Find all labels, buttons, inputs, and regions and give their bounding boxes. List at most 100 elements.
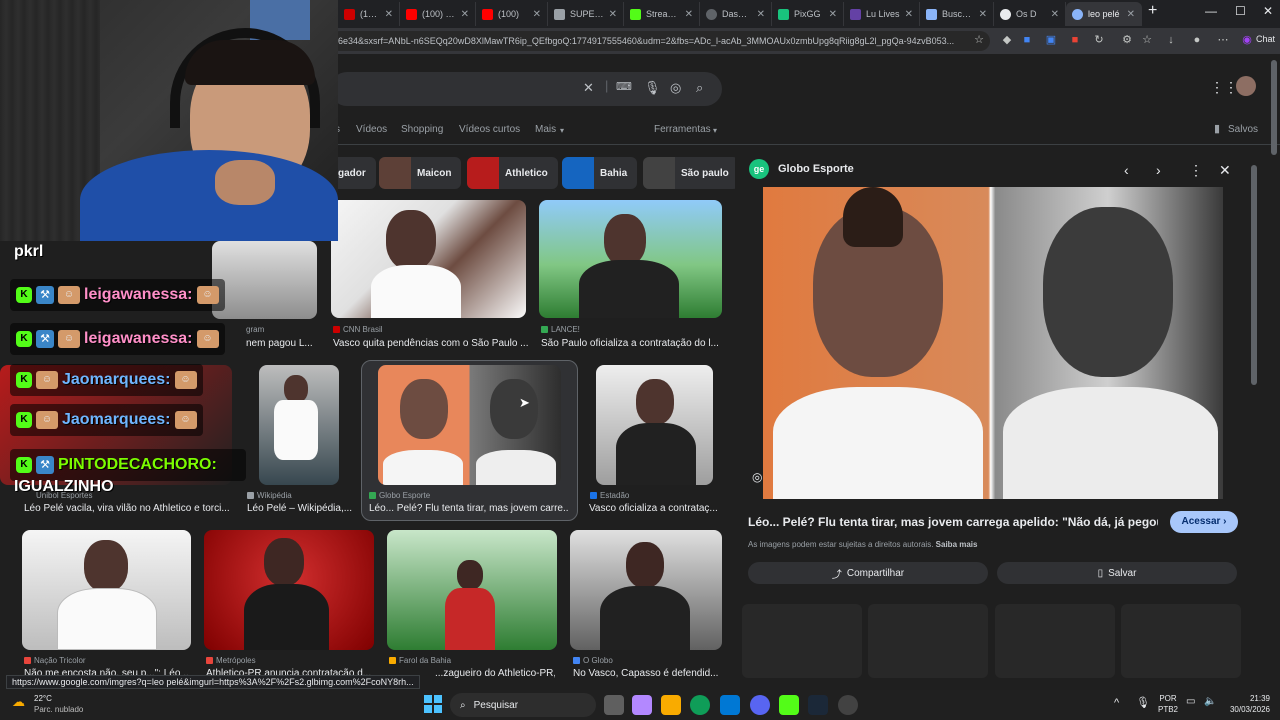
obs-icon[interactable] [838, 695, 858, 715]
result-caption[interactable]: Vasco oficializa a contrataç... [589, 503, 719, 514]
start-icon[interactable] [424, 695, 442, 713]
browser-tab[interactable]: SUPERXA✕ [548, 2, 624, 26]
filter-chip[interactable]: Bahia [562, 157, 638, 189]
app-icon[interactable] [779, 695, 799, 715]
close-tab-icon[interactable]: ✕ [979, 9, 987, 20]
lens-search-icon[interactable]: ◎ [752, 470, 768, 486]
tab-short-videos[interactable]: Vídeos curtos [459, 124, 520, 135]
browser-tab[interactable]: (100) FEA✕ [338, 2, 400, 26]
result-image[interactable] [596, 365, 713, 485]
browser-tab-active[interactable]: leo pelé ✕ [1066, 2, 1142, 26]
account-avatar[interactable] [1236, 76, 1256, 96]
result-image-selected[interactable] [378, 365, 561, 485]
close-tab-icon[interactable]: ✕ [685, 9, 693, 20]
weather-icon[interactable]: ☁ [12, 694, 25, 710]
close-tab-icon[interactable]: ✕ [609, 9, 617, 20]
save-button[interactable]: ▯ Salvar [997, 562, 1237, 584]
volume-icon[interactable]: 🔈 [1204, 696, 1216, 707]
star-icon[interactable]: ☆ [972, 33, 986, 47]
share-button[interactable]: ⤴ Compartilhar [748, 562, 988, 584]
more-options-icon[interactable]: ⋮ [1189, 162, 1203, 179]
steam-icon[interactable] [808, 695, 828, 715]
related-image[interactable] [995, 604, 1115, 678]
microphone-icon[interactable]: 🎙 [644, 80, 661, 96]
browser-tab[interactable]: Stream - K✕ [624, 2, 700, 26]
download-icon[interactable]: ↓ [1164, 33, 1178, 47]
tab-more[interactable]: Mais [535, 124, 556, 135]
maximize-icon[interactable]: ☐ [1235, 4, 1246, 18]
result-caption[interactable]: No Vasco, Capasso é defendid... [573, 668, 718, 679]
close-tab-icon[interactable]: ✕ [461, 9, 469, 20]
url-field[interactable]: 6e34&sxsrf=ANbL-n6SEQq20wD8XlMawTR6ip_QE… [330, 31, 990, 51]
clear-search-icon[interactable]: ✕ [583, 80, 594, 96]
panel-scrollbar[interactable] [1251, 165, 1257, 385]
next-icon[interactable]: › [1156, 162, 1161, 178]
keyboard-lang[interactable]: POR [1156, 694, 1180, 703]
copilot-icon[interactable]: ◉ [1240, 33, 1254, 47]
preview-caption[interactable]: Léo... Pelé? Flu tenta tirar, mas jovem … [748, 515, 1158, 529]
related-image[interactable] [868, 604, 988, 678]
discord-icon[interactable] [750, 695, 770, 715]
preview-image[interactable] [763, 187, 1223, 499]
apps-grid-icon[interactable]: ⋮⋮ [1210, 79, 1238, 96]
filter-chip[interactable]: São paulo [643, 157, 739, 189]
result-image[interactable] [204, 530, 374, 650]
result-image[interactable] [331, 200, 526, 318]
browser-tab[interactable]: Buscar Co✕ [920, 2, 994, 26]
favorites-icon[interactable]: ☆ [1140, 33, 1154, 47]
browser-tab[interactable]: (100) ✕ [476, 2, 548, 26]
close-window-icon[interactable]: ✕ [1263, 4, 1273, 18]
profile-icon[interactable]: ● [1190, 33, 1204, 47]
more-menu-icon[interactable]: ⋯ [1216, 33, 1230, 47]
network-icon[interactable]: ▭ [1186, 696, 1195, 707]
new-tab-icon[interactable]: + [1148, 2, 1157, 20]
tray-chevron-icon[interactable]: ^ [1114, 697, 1119, 709]
weather-text[interactable]: Parc. nublado [34, 705, 83, 714]
mic-icon[interactable]: 🎙 [1136, 696, 1150, 709]
shield-icon[interactable]: ◆ [1000, 33, 1014, 47]
tab-videos[interactable]: Vídeos [356, 124, 387, 135]
extension-icon[interactable]: ⚙ [1120, 33, 1134, 47]
result-image[interactable] [387, 530, 557, 650]
task-view-icon[interactable] [604, 695, 624, 715]
close-tab-icon[interactable]: ✕ [905, 9, 913, 20]
lens-icon[interactable]: ◎ [670, 80, 681, 96]
close-tab-icon[interactable]: ✕ [1051, 9, 1059, 20]
close-tab-icon[interactable]: ✕ [385, 9, 393, 20]
close-tab-icon[interactable]: ✕ [757, 9, 765, 20]
result-caption[interactable]: São Paulo oficializa a contratação do l.… [541, 338, 721, 349]
clock-time[interactable]: 21:39 [1226, 694, 1270, 703]
browser-tab[interactable]: Dashboa✕ [700, 2, 772, 26]
result-caption[interactable]: Léo... Pelé? Flu tenta tirar, mas jovem … [369, 503, 569, 514]
result-image[interactable] [22, 530, 191, 650]
result-caption[interactable]: Vasco quita pendências com o São Paulo .… [333, 338, 528, 349]
visit-button[interactable]: Acessar › [1170, 511, 1238, 533]
store-icon[interactable] [720, 695, 740, 715]
translate-icon[interactable]: ▣ [1044, 33, 1058, 47]
result-image[interactable] [539, 200, 722, 318]
learn-more-link[interactable]: Saiba mais [936, 540, 978, 549]
weather-temp[interactable]: 22°C [34, 694, 52, 703]
search-icon[interactable]: ⌕ [696, 80, 703, 96]
keyboard-icon[interactable]: ⌨ [616, 80, 632, 93]
tools-button[interactable]: Ferramentas [654, 124, 711, 135]
keyboard-layout[interactable]: PTB2 [1156, 705, 1180, 714]
search-input[interactable] [330, 72, 722, 106]
extension-icon[interactable]: ■ [1020, 33, 1034, 47]
previous-icon[interactable]: ‹ [1124, 162, 1129, 178]
close-tab-icon[interactable]: ✕ [829, 9, 837, 20]
panel-source-title[interactable]: Globo Esporte [778, 163, 854, 175]
clock-date[interactable]: 30/03/2026 [1220, 705, 1270, 714]
tab-shopping[interactable]: Shopping [401, 124, 443, 135]
close-tab-icon[interactable]: ✕ [533, 9, 541, 20]
saved-link[interactable]: Salvos [1228, 124, 1258, 135]
copilot-app-icon[interactable] [632, 695, 652, 715]
file-explorer-icon[interactable] [661, 695, 681, 715]
browser-tab[interactable]: PixGG ✕ [772, 2, 844, 26]
chat-button[interactable]: Chat [1256, 34, 1275, 44]
close-tab-icon[interactable]: ✕ [1127, 9, 1135, 20]
browser-tab[interactable]: (100) Met✕ [400, 2, 476, 26]
related-image[interactable] [1121, 604, 1241, 678]
edge-icon[interactable] [690, 695, 710, 715]
related-image[interactable] [742, 604, 862, 678]
